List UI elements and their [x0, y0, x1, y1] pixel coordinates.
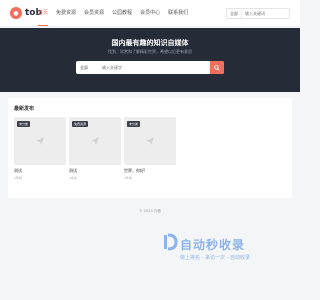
paper-plane-icon [146, 137, 154, 145]
category-tag[interactable]: 免费资源 [72, 121, 89, 127]
post-card[interactable]: 未分类 世界，你好! 1年前 [124, 117, 176, 180]
main-nav: 首页 免费资源 会员资源 公园教程 会员中心 联系我们 [38, 9, 196, 26]
header-search-scope[interactable]: 全部 [227, 9, 242, 18]
post-card[interactable]: 免费资源 测试 1年前 [69, 117, 121, 180]
hero-subtitle: 找到、欣赏和了解精彩世界，希望以后更有意思 [108, 49, 192, 54]
footer-copyright: © 2023 万格 [139, 209, 161, 213]
post-date: 1年前 [124, 176, 132, 180]
post-thumbnail[interactable]: 免费资源 [69, 117, 121, 165]
header-search: 全部 [226, 8, 290, 19]
hero-search-button[interactable] [210, 61, 224, 74]
nav-item-home[interactable]: 首页 [38, 9, 49, 26]
nav-item-contact[interactable]: 联系我们 [168, 9, 188, 17]
top-navbar: ● tob 首页 免费资源 会员资源 公园教程 会员中心 联系我们 全部 [0, 0, 300, 27]
logo-icon: ● [10, 7, 22, 19]
nav-item-tutorials[interactable]: 公园教程 [112, 9, 132, 17]
paper-plane-icon [91, 137, 99, 145]
hero-search-bar: 全部 [76, 61, 224, 74]
nav-item-free-resources[interactable]: 免费资源 [56, 9, 76, 17]
paper-plane-icon [36, 137, 44, 145]
post-thumbnail[interactable]: 未分类 [124, 117, 176, 165]
hero-search-scope[interactable]: 全部 [76, 65, 102, 71]
nav-item-member-center[interactable]: 会员中心 [140, 9, 160, 17]
post-title[interactable]: 世界，你好! [124, 168, 176, 174]
post-title[interactable]: 测试 [69, 168, 121, 174]
post-title[interactable]: 测试 [14, 168, 66, 174]
watermark-subtext: 做上排名 - 来访一次 - 自动收录 [180, 255, 250, 261]
hero-banner: 国内最有趣的知识自媒体 找到、欣赏和了解精彩世界，希望以后更有意思 全部 [0, 28, 300, 92]
latest-posts-section: 最新发布 未分类 测试 1年前 免费资源 测试 1年前 未分类 世界，你好! 1… [8, 98, 292, 198]
hero-title: 国内最有趣的知识自媒体 [111, 39, 189, 47]
category-tag[interactable]: 未分类 [17, 121, 31, 127]
category-tag[interactable]: 未分类 [127, 121, 141, 127]
header-search-input[interactable] [242, 11, 282, 16]
hero-search-input[interactable] [102, 65, 210, 70]
search-icon [214, 64, 220, 71]
watermark-logo-icon [164, 233, 178, 251]
post-thumbnail[interactable]: 未分类 [14, 117, 66, 165]
post-date: 1年前 [14, 176, 22, 180]
post-card[interactable]: 未分类 测试 1年前 [14, 117, 66, 180]
section-title: 最新发布 [14, 106, 35, 112]
nav-item-member-resources[interactable]: 会员资源 [84, 9, 104, 17]
watermark-text: 自动秒收录 [180, 238, 246, 252]
post-date: 1年前 [69, 176, 77, 180]
